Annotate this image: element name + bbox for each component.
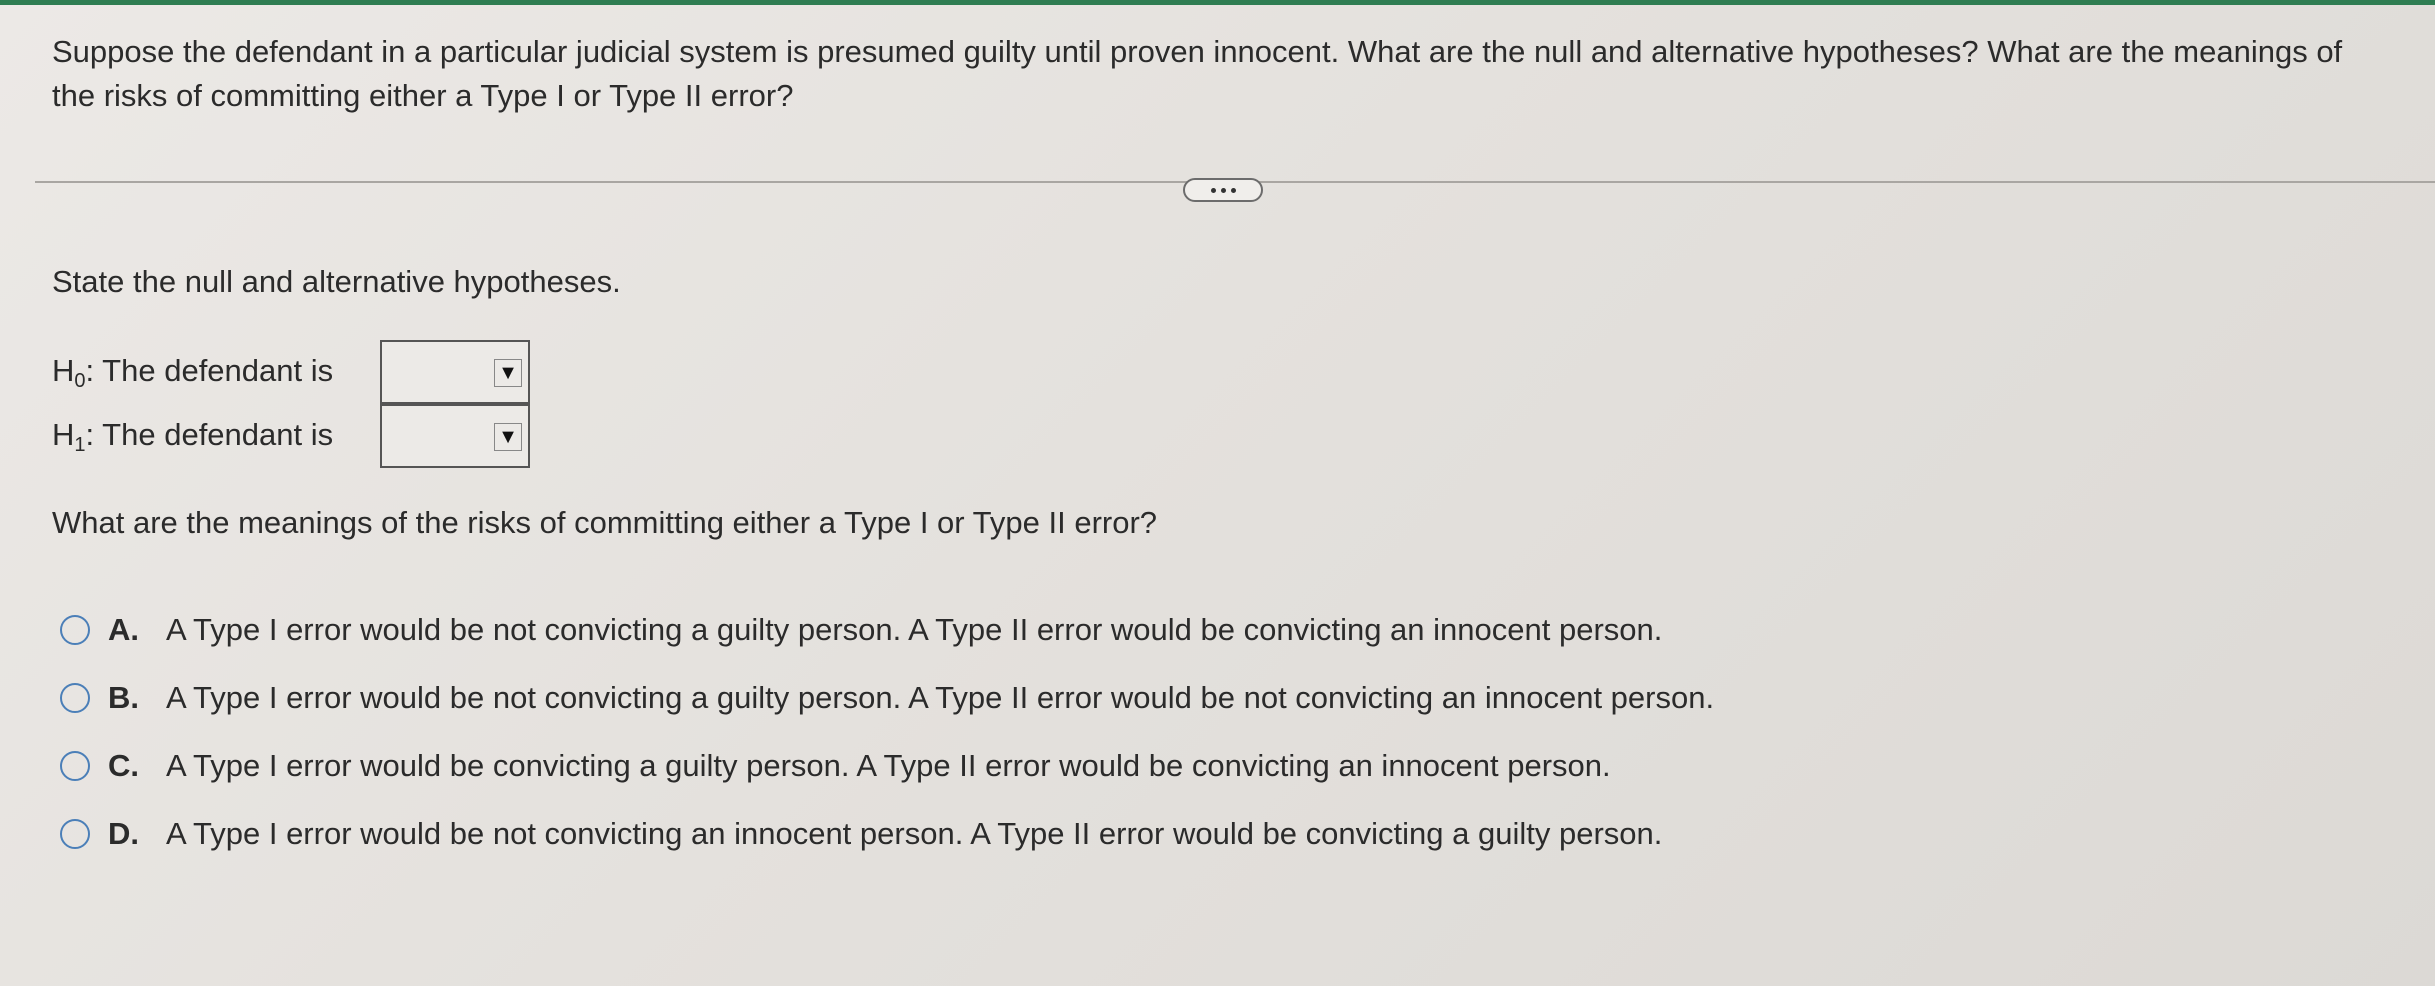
h1-symbol: H [52,417,75,452]
ellipsis-icon [1210,187,1216,193]
alternative-hypothesis-dropdown[interactable]: ▼ [380,404,530,468]
null-hypothesis-dropdown[interactable]: ▼ [380,340,530,404]
radio-button[interactable] [60,751,90,781]
dropdown-arrow-icon: ▼ [494,423,522,451]
option-b[interactable]: B. A Type I error would be not convictin… [60,664,1714,732]
option-text: A Type I error would be not convicting a… [166,612,1663,647]
option-d[interactable]: D. A Type I error would be not convictin… [60,800,1714,868]
null-hypothesis-label: H0: The defendant is [52,353,333,393]
h1-label-text: : The defendant is [85,417,334,452]
answer-options: A. A Type I error would be not convictin… [60,596,1714,868]
option-letter: A. [108,612,139,647]
alternative-hypothesis-label: H1: The defendant is [52,417,333,457]
radio-button[interactable] [60,615,90,645]
option-a[interactable]: A. A Type I error would be not convictin… [60,596,1714,664]
ellipsis-icon-dot [1230,187,1236,193]
errors-prompt: What are the meanings of the risks of co… [52,505,1158,540]
option-letter: D. [108,816,139,851]
ellipsis-icon-dot [1220,187,1226,193]
alternative-hypothesis-row: H1: The defendant is [52,404,333,470]
option-letter: C. [108,748,139,783]
null-hypothesis-row: H0: The defendant is [52,340,333,406]
h1-subscript: 1 [74,434,86,456]
h0-symbol: H [52,353,75,388]
dropdown-arrow-icon: ▼ [494,359,522,387]
option-text: A Type I error would be not convicting a… [166,816,1663,851]
option-text: A Type I error would be convicting a gui… [166,748,1611,783]
radio-button[interactable] [60,819,90,849]
h0-label-text: : The defendant is [85,353,334,388]
expand-more-button[interactable] [1183,178,1263,202]
hypotheses-prompt: State the null and alternative hypothese… [52,264,621,299]
option-letter: B. [108,680,139,715]
option-c[interactable]: C. A Type I error would be convicting a … [60,732,1714,800]
h0-subscript: 0 [74,370,86,392]
top-accent-bar [0,0,2435,5]
option-text: A Type I error would be not convicting a… [166,680,1715,715]
radio-button[interactable] [60,683,90,713]
question-text: Suppose the defendant in a particular ju… [52,34,2343,113]
